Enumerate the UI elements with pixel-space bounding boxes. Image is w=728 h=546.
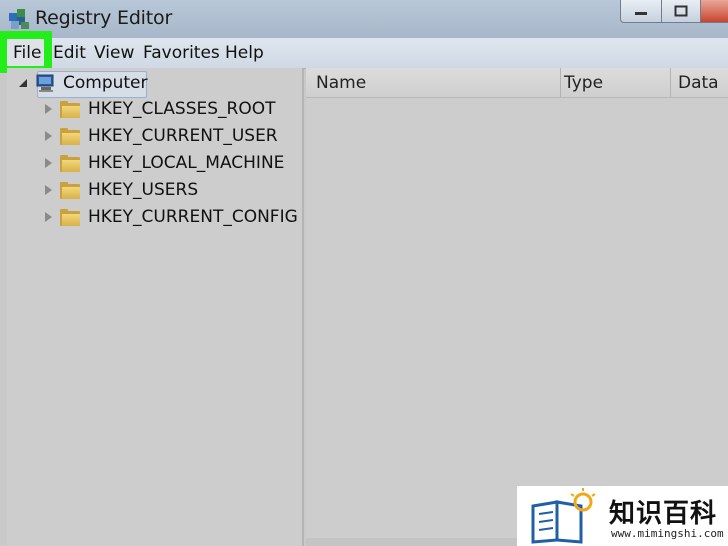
tree-item-label: HKEY_CURRENT_USER <box>88 126 278 146</box>
menu-view[interactable]: View <box>93 41 135 65</box>
folder-icon <box>60 181 80 199</box>
triangle-right-icon[interactable] <box>45 212 52 222</box>
values-pane[interactable]: Name Type Data <box>306 68 728 546</box>
computer-icon <box>36 74 54 92</box>
column-header-row: Name Type Data <box>306 68 728 98</box>
folder-icon <box>60 127 80 145</box>
column-data[interactable]: Data <box>672 68 728 97</box>
triangle-right-icon[interactable] <box>45 158 52 168</box>
triangle-right-icon[interactable] <box>45 131 52 141</box>
tree-item[interactable]: HKEY_CURRENT_CONFIG <box>45 205 298 229</box>
minimize-button[interactable] <box>620 0 662 23</box>
tree-root-label: Computer <box>63 73 148 93</box>
triangle-right-icon[interactable] <box>45 185 52 195</box>
watermark-text: 知识百科 <box>609 499 718 529</box>
triangle-right-icon[interactable] <box>45 104 52 114</box>
tree-pane[interactable]: Computer HKEY_CLASSES_ROOT HKEY_CURRENT_… <box>7 68 304 546</box>
column-type[interactable]: Type <box>558 68 671 97</box>
menu-favorites[interactable]: Favorites <box>142 41 221 65</box>
folder-icon <box>60 100 80 118</box>
tree-item-label: HKEY_CURRENT_CONFIG <box>88 207 298 227</box>
folder-icon <box>60 154 80 172</box>
menu-edit[interactable]: Edit <box>52 41 87 65</box>
registry-editor-icon <box>9 9 29 29</box>
tree-item-label: HKEY_USERS <box>88 180 199 200</box>
close-button[interactable] <box>700 0 728 23</box>
menu-help[interactable]: Help <box>224 41 265 65</box>
maximize-icon <box>674 5 688 17</box>
watermark: 知识百科 www.mimingshi.com <box>517 486 728 546</box>
tree-item[interactable]: HKEY_CLASSES_ROOT <box>45 97 276 121</box>
watermark-url: www.mimingshi.com <box>611 527 724 540</box>
tree-item-label: HKEY_LOCAL_MACHINE <box>88 153 285 173</box>
tree-item[interactable]: HKEY_USERS <box>45 178 198 202</box>
tree-root[interactable]: Computer <box>17 71 148 95</box>
maximize-button[interactable] <box>661 0 701 23</box>
column-name[interactable]: Name <box>306 68 561 97</box>
title-bar: Registry Editor <box>0 0 728 38</box>
collapse-icon <box>19 79 27 87</box>
menu-file[interactable]: File <box>12 41 42 65</box>
folder-icon <box>60 208 80 226</box>
minimize-icon <box>635 12 647 15</box>
tree-item[interactable]: HKEY_CURRENT_USER <box>45 124 278 148</box>
tree-item[interactable]: HKEY_LOCAL_MACHINE <box>45 151 284 175</box>
tree-item-label: HKEY_CLASSES_ROOT <box>88 99 276 119</box>
window-title: Registry Editor <box>35 7 173 29</box>
book-lightbulb-icon <box>531 488 596 544</box>
